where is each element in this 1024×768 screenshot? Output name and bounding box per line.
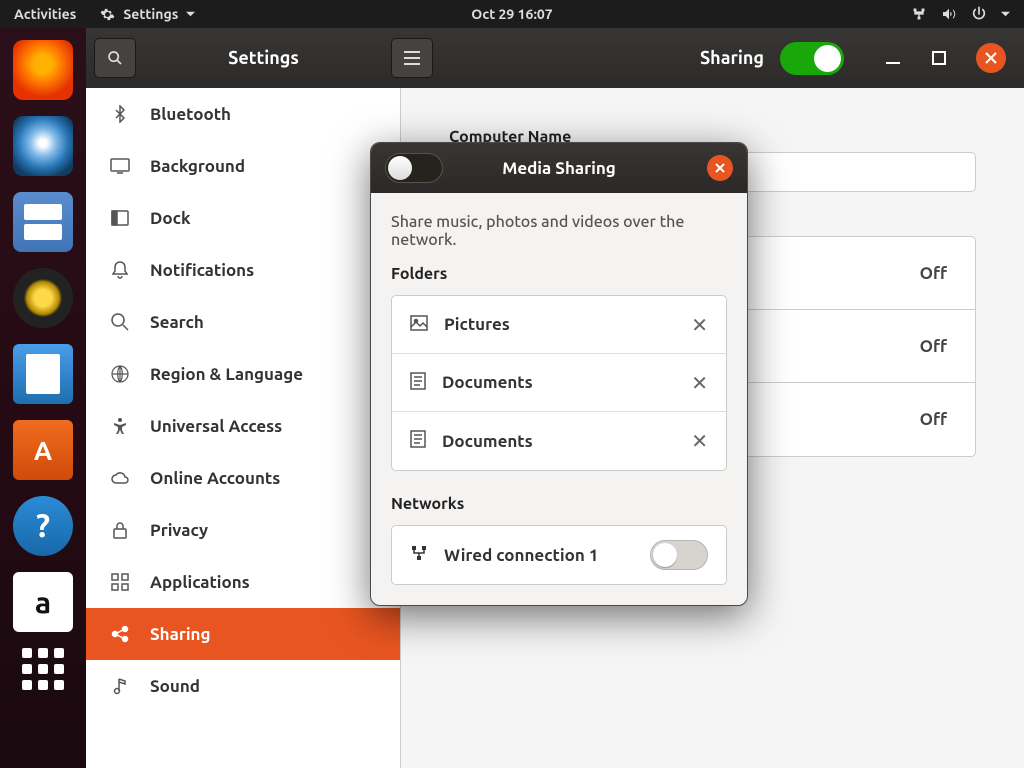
settings-headerbar: Settings Sharing	[86, 28, 1024, 88]
gear-icon	[100, 7, 115, 22]
dock-firefox[interactable]	[13, 40, 73, 100]
dialog-description: Share music, photos and videos over the …	[391, 213, 727, 249]
sidebar-item-sound[interactable]: Sound	[86, 660, 400, 712]
folders-list: Pictures ✕ Documents ✕ Documents ✕	[391, 295, 727, 471]
document-icon	[410, 372, 426, 394]
folder-name: Documents	[442, 432, 533, 451]
hamburger-icon	[404, 51, 420, 65]
display-icon	[110, 156, 130, 176]
folder-row[interactable]: Documents ✕	[392, 412, 726, 470]
dock-amazon[interactable]: a	[13, 572, 73, 632]
search-button[interactable]	[94, 38, 136, 78]
sidebar-item-dock[interactable]: Dock	[86, 192, 400, 244]
network-icon[interactable]	[911, 6, 927, 22]
accessibility-icon	[110, 416, 130, 436]
sidebar-label: Dock	[150, 209, 191, 228]
sidebar-label: Sharing	[150, 625, 211, 644]
hamburger-menu-button[interactable]	[391, 38, 433, 78]
share-icon	[110, 624, 130, 644]
sidebar-label: Sound	[150, 677, 200, 696]
search-icon	[107, 50, 123, 66]
dock-show-apps[interactable]	[22, 648, 64, 690]
remove-folder-button[interactable]: ✕	[691, 429, 708, 453]
close-button[interactable]	[976, 43, 1006, 73]
chevron-down-icon[interactable]	[1001, 10, 1010, 19]
remove-folder-button[interactable]: ✕	[691, 371, 708, 395]
maximize-button[interactable]	[930, 49, 948, 67]
search-icon	[110, 312, 130, 332]
sidebar-label: Bluetooth	[150, 105, 231, 124]
music-icon	[110, 676, 130, 696]
cloud-icon	[110, 468, 130, 488]
minimize-button[interactable]	[884, 49, 902, 67]
sidebar-label: Applications	[150, 573, 250, 592]
sidebar-item-universal-access[interactable]: Universal Access	[86, 400, 400, 452]
settings-sidebar[interactable]: Bluetooth Background Dock Notifications …	[86, 88, 401, 768]
sidebar-item-privacy[interactable]: Privacy	[86, 504, 400, 556]
volume-icon[interactable]	[941, 6, 957, 22]
network-toggle[interactable]	[650, 540, 708, 570]
dock-rhythmbox[interactable]	[13, 268, 73, 328]
media-sharing-toggle[interactable]	[385, 153, 443, 183]
folders-label: Folders	[391, 265, 727, 283]
dock: A ? a	[0, 28, 86, 768]
top-panel: Activities Settings Oct 29 16:07	[0, 0, 1024, 28]
sidebar-item-notifications[interactable]: Notifications	[86, 244, 400, 296]
sidebar-item-bluetooth[interactable]: Bluetooth	[86, 88, 400, 140]
apps-icon	[110, 572, 130, 592]
bluetooth-icon	[110, 104, 130, 124]
networks-label: Networks	[391, 495, 727, 513]
folder-row[interactable]: Pictures ✕	[392, 296, 726, 354]
sidebar-item-search[interactable]: Search	[86, 296, 400, 348]
bell-icon	[110, 260, 130, 280]
dock-files[interactable]	[13, 192, 73, 252]
sidebar-item-applications[interactable]: Applications	[86, 556, 400, 608]
dialog-close-button[interactable]	[707, 155, 733, 181]
dock-help[interactable]: ?	[13, 496, 73, 556]
sidebar-item-region-language[interactable]: Region & Language	[86, 348, 400, 400]
app-menu[interactable]: Settings	[100, 6, 195, 22]
panel-title-sharing: Sharing	[700, 48, 764, 68]
wired-network-icon	[410, 545, 428, 565]
activities-button[interactable]: Activities	[14, 6, 76, 22]
image-icon	[410, 315, 428, 335]
sidebar-item-sharing[interactable]: Sharing	[86, 608, 400, 660]
sidebar-label: Notifications	[150, 261, 254, 280]
chevron-down-icon	[186, 10, 195, 19]
dock-software-center[interactable]: A	[13, 420, 73, 480]
dock-libreoffice-writer[interactable]	[13, 344, 73, 404]
sidebar-label: Online Accounts	[150, 469, 280, 488]
network-name: Wired connection 1	[444, 546, 598, 565]
lock-icon	[110, 520, 130, 540]
sidebar-label: Search	[150, 313, 204, 332]
sidebar-label: Universal Access	[150, 417, 282, 436]
document-icon	[410, 430, 426, 452]
dock-icon	[110, 208, 130, 228]
network-row: Wired connection 1	[392, 526, 726, 584]
close-icon	[715, 163, 725, 173]
sidebar-item-online-accounts[interactable]: Online Accounts	[86, 452, 400, 504]
folder-name: Pictures	[444, 315, 510, 334]
media-sharing-dialog: Media Sharing Share music, photos and vi…	[370, 142, 748, 606]
remove-folder-button[interactable]: ✕	[691, 313, 708, 337]
globe-icon	[110, 364, 130, 384]
settings-title: Settings	[136, 48, 391, 68]
power-icon[interactable]	[971, 6, 987, 22]
sidebar-item-background[interactable]: Background	[86, 140, 400, 192]
folder-row[interactable]: Documents ✕	[392, 354, 726, 412]
sidebar-label: Privacy	[150, 521, 208, 540]
sidebar-label: Region & Language	[150, 365, 303, 384]
networks-list: Wired connection 1	[391, 525, 727, 585]
folder-name: Documents	[442, 373, 533, 392]
dialog-headerbar: Media Sharing	[371, 143, 747, 193]
sidebar-label: Background	[150, 157, 245, 176]
sharing-master-toggle[interactable]	[780, 42, 844, 75]
dock-thunderbird[interactable]	[13, 116, 73, 176]
